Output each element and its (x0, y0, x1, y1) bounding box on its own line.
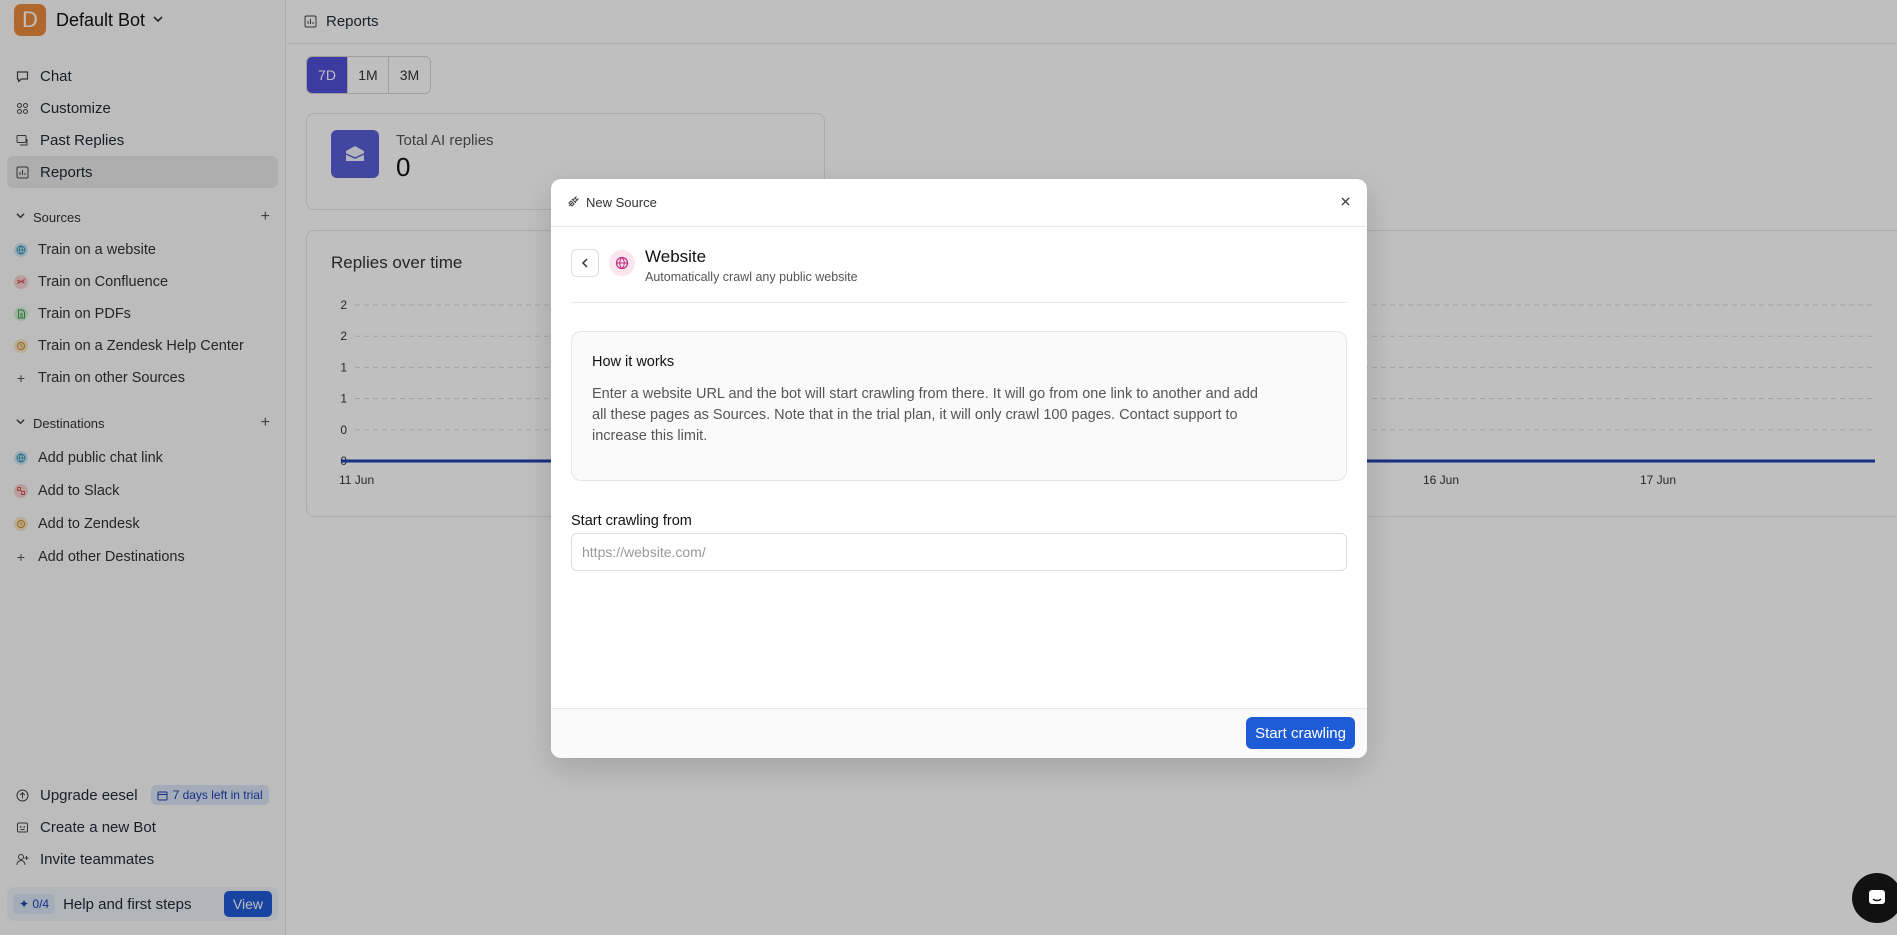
modal-header: New Source (551, 179, 1367, 227)
source-heading: Website Automatically crawl any public w… (571, 247, 1347, 303)
how-text: Enter a website URL and the bot will sta… (592, 386, 1258, 444)
how-it-works-box: How it works Enter a website URL and the… (571, 331, 1347, 481)
url-field-label: Start crawling from (571, 513, 692, 529)
modal-footer: Start crawling (551, 708, 1367, 758)
source-title: Website (645, 247, 707, 266)
modal-title: New Source (586, 195, 657, 210)
new-source-modal: New Source Website Automatically crawl a… (551, 179, 1367, 758)
globe-icon (609, 250, 635, 276)
chat-launcher-button[interactable] (1852, 873, 1897, 923)
back-button[interactable] (571, 249, 599, 277)
how-title: How it works (592, 354, 675, 370)
chat-icon (1869, 890, 1885, 904)
url-input[interactable] (571, 533, 1347, 571)
chevron-left-icon (581, 258, 588, 268)
start-crawling-button[interactable]: Start crawling (1246, 717, 1355, 749)
source-subtitle: Automatically crawl any public website (645, 270, 858, 284)
plug-icon (567, 195, 580, 211)
close-icon[interactable] (1340, 194, 1351, 212)
